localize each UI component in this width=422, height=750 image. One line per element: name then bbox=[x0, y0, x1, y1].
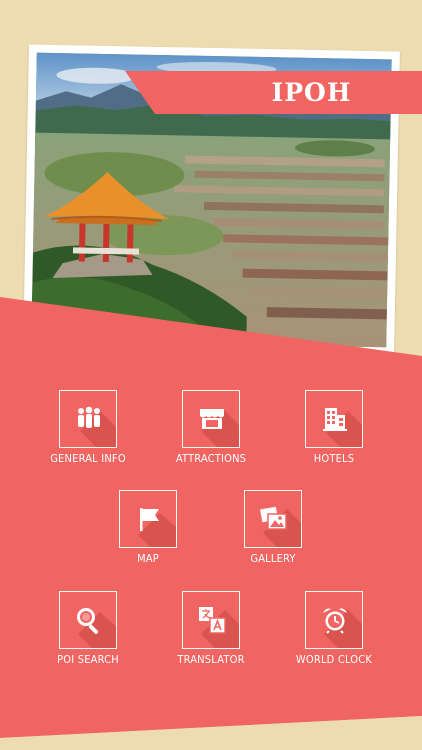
menu-tile-poi-search[interactable]: POI SEARCH bbox=[33, 591, 143, 683]
menu-tile-gallery[interactable]: GALLERY bbox=[218, 490, 328, 582]
people-icon bbox=[78, 406, 100, 428]
main-menu: GENERAL INFO ATTRACTIONS HOTELS MAP GALL… bbox=[0, 0, 422, 750]
menu-tile-attractions[interactable]: ATTRACTIONS bbox=[156, 390, 266, 482]
tile-frame bbox=[119, 490, 177, 548]
tile-label: HOTELS bbox=[313, 452, 355, 465]
tile-frame bbox=[59, 591, 117, 649]
tile-label: POI SEARCH bbox=[57, 653, 119, 666]
flag-icon bbox=[140, 508, 159, 531]
menu-tile-world-clock[interactable]: WORLD CLOCK bbox=[279, 591, 389, 683]
tile-label: ATTRACTIONS bbox=[175, 452, 247, 465]
app-screen: IPOH GENERAL INFO ATTRACTIONS HOTELS MAP… bbox=[0, 0, 422, 750]
storefront-icon bbox=[200, 409, 224, 429]
tile-frame bbox=[244, 490, 302, 548]
menu-tile-general-info[interactable]: GENERAL INFO bbox=[33, 390, 143, 482]
menu-tile-translator[interactable]: TRANSLATOR bbox=[156, 591, 266, 683]
tile-label: WORLD CLOCK bbox=[295, 653, 373, 666]
magnifier-icon bbox=[77, 608, 99, 634]
tile-frame bbox=[305, 591, 363, 649]
tile-frame bbox=[182, 390, 240, 448]
tile-label: MAP bbox=[137, 552, 159, 565]
tile-frame bbox=[305, 390, 363, 448]
tile-label: TRANSLATOR bbox=[177, 653, 245, 666]
alarm-clock-icon bbox=[323, 608, 347, 634]
tile-frame bbox=[182, 591, 240, 649]
tile-label: GALLERY bbox=[250, 552, 296, 565]
translate-icon bbox=[199, 607, 226, 634]
menu-tile-hotels[interactable]: HOTELS bbox=[279, 390, 389, 482]
hotel-building-icon bbox=[323, 408, 347, 431]
tile-label: GENERAL INFO bbox=[50, 452, 126, 465]
tile-frame bbox=[59, 390, 117, 448]
photos-icon bbox=[260, 506, 287, 530]
menu-tile-map[interactable]: MAP bbox=[93, 490, 203, 582]
